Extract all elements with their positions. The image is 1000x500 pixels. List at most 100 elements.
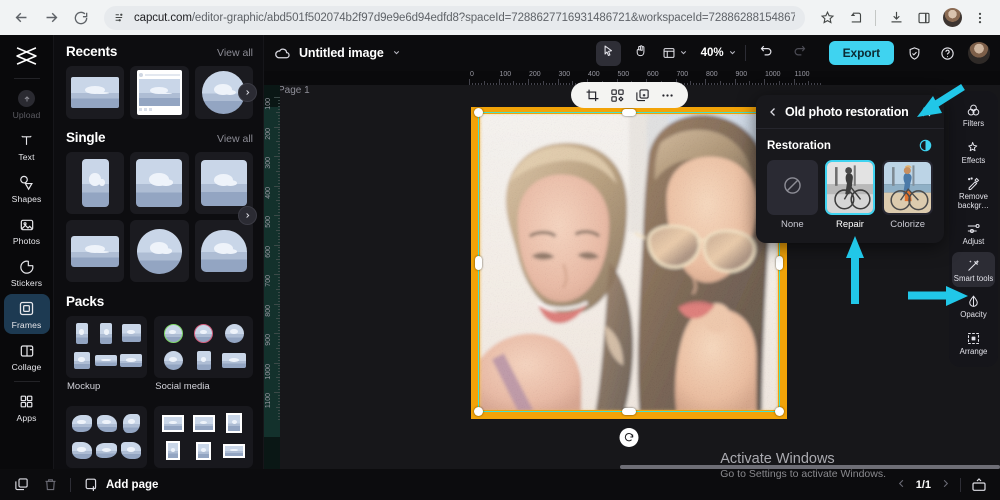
sidebar-item-shapes[interactable]: Shapes (4, 168, 50, 208)
flip-mirror-icon[interactable] (609, 87, 625, 103)
more-options-icon[interactable] (659, 87, 675, 103)
avatar[interactable] (940, 6, 964, 30)
template-thumb[interactable] (130, 220, 189, 282)
export-button[interactable]: Export (828, 41, 894, 65)
shield-check-icon[interactable] (902, 41, 927, 66)
ruler-tick (276, 347, 280, 349)
recents-next-arrow[interactable] (238, 83, 257, 102)
crop-icon[interactable] (584, 87, 600, 103)
duplicate-icon[interactable] (634, 87, 650, 103)
star-icon[interactable] (815, 6, 839, 30)
template-thumb[interactable] (130, 66, 189, 119)
reload-icon[interactable] (68, 5, 94, 31)
document-title[interactable]: Untitled image (299, 46, 384, 60)
chevron-down-icon[interactable] (392, 48, 401, 59)
chevron-down-icon[interactable] (728, 48, 737, 59)
ruler-tick (684, 82, 686, 85)
rail-item-arrange[interactable]: Arrange (952, 325, 995, 361)
template-thumb[interactable] (66, 220, 125, 282)
avatar[interactable] (968, 42, 990, 64)
ruler-tick (277, 380, 280, 382)
rail-item-remove-background[interactable]: Remove backgr… (952, 170, 995, 214)
redo-button[interactable] (787, 41, 812, 66)
next-page-button[interactable] (940, 478, 951, 492)
ruler-tick (277, 400, 280, 402)
template-thumb[interactable] (66, 66, 125, 119)
single-next-arrow[interactable] (238, 206, 257, 225)
sidebar-item-collage[interactable]: Collage (4, 336, 50, 376)
view-all-link-recents[interactable]: View all (217, 47, 253, 59)
vertical-ruler[interactable]: 100 200 300 400 500 600 700 800 900 1000 1100 (264, 85, 280, 500)
add-page-button[interactable]: Add page (82, 476, 158, 494)
trash-icon[interactable] (41, 476, 59, 494)
view-all-link-single[interactable]: View all (217, 133, 253, 145)
share-icon[interactable] (843, 6, 867, 30)
capcut-logo[interactable] (10, 41, 44, 71)
ruler-tick (277, 397, 280, 399)
address-bar[interactable]: capcut.com/editor-graphic/abd501f502074b… (104, 5, 805, 30)
restoration-option-colorize[interactable]: Colorize (882, 160, 933, 230)
object-float-toolbar[interactable] (571, 82, 688, 108)
download-icon[interactable] (884, 6, 908, 30)
sidebar-item-upload[interactable]: Upload (4, 84, 50, 124)
editor-topbar: Untitled image 40% Export (264, 35, 1000, 71)
template-thumb[interactable] (194, 152, 253, 214)
select-tool-button[interactable] (595, 40, 621, 66)
sidebar-item-frames[interactable]: Frames (3, 294, 50, 334)
three-dot-menu-icon[interactable] (968, 6, 992, 30)
chevron-down-icon[interactable] (679, 48, 688, 59)
pack-item[interactable]: Mockup (66, 316, 148, 399)
restoration-option-none[interactable]: None (767, 160, 818, 230)
chevron-left-icon[interactable] (767, 106, 779, 118)
restoration-option-repair[interactable]: Repair (824, 160, 876, 230)
cloud-save-icon[interactable] (274, 45, 291, 62)
rotate-handle-icon[interactable] (619, 428, 639, 447)
ruler-tick (728, 82, 730, 85)
rail-item-smart-tools[interactable]: Smart tools (952, 251, 995, 288)
duplicate-page-icon[interactable] (12, 476, 30, 494)
ruler-tick-label: 100 (265, 98, 272, 110)
ruler-tick (277, 353, 280, 355)
sidebar-item-apps[interactable]: Apps (4, 387, 50, 427)
hand-tool-button[interactable] (629, 41, 654, 66)
resize-handle-top[interactable] (622, 109, 636, 116)
ruler-tick (277, 291, 280, 293)
resize-handle-right[interactable] (776, 256, 783, 270)
page-label: Page 1 (278, 85, 310, 96)
side-panel-icon[interactable] (912, 6, 936, 30)
forward-arrow-icon[interactable] (38, 5, 64, 31)
back-arrow-icon[interactable] (8, 5, 34, 31)
pack-item[interactable]: Social media (154, 316, 253, 399)
ruler-tick (528, 79, 529, 85)
present-icon[interactable] (970, 476, 988, 494)
template-thumb[interactable] (194, 220, 253, 282)
ruler-tick-label: 0 (470, 71, 474, 78)
sidebar-item-stickers[interactable]: Stickers (4, 252, 50, 292)
template-thumb[interactable] (66, 152, 125, 214)
ruler-tick (277, 394, 280, 396)
resize-handle-bottom-left[interactable] (474, 407, 483, 416)
ruler-tick (719, 81, 721, 85)
template-thumb[interactable] (130, 152, 189, 214)
canvas-selection[interactable] (471, 107, 787, 447)
ruler-tick (276, 318, 280, 320)
resize-handle-top-left[interactable] (474, 108, 483, 117)
resize-handle-bottom-right[interactable] (775, 407, 784, 416)
undo-button[interactable] (754, 41, 779, 66)
zoom-control[interactable]: 40% (701, 47, 737, 59)
site-settings-icon[interactable] (114, 11, 127, 24)
resize-handle-bottom[interactable] (622, 408, 636, 415)
help-circle-icon[interactable] (935, 41, 960, 66)
prev-page-button[interactable] (896, 478, 907, 492)
arrange-icon (966, 330, 981, 347)
before-after-compare-icon[interactable] (918, 138, 933, 153)
resize-handle-left[interactable] (475, 256, 482, 270)
rail-item-effects[interactable]: Effects (952, 134, 995, 170)
sidebar-item-text[interactable]: Text (4, 126, 50, 166)
rail-item-adjust[interactable]: Adjust (952, 215, 995, 251)
frames-template-panel[interactable]: Recents View all Single View all Packs M… (54, 35, 264, 500)
sidebar-item-label: Frames (11, 320, 42, 330)
ruler-tick (277, 247, 280, 249)
sidebar-item-photos[interactable]: Photos (4, 210, 50, 250)
layout-tool-button[interactable] (662, 46, 688, 60)
